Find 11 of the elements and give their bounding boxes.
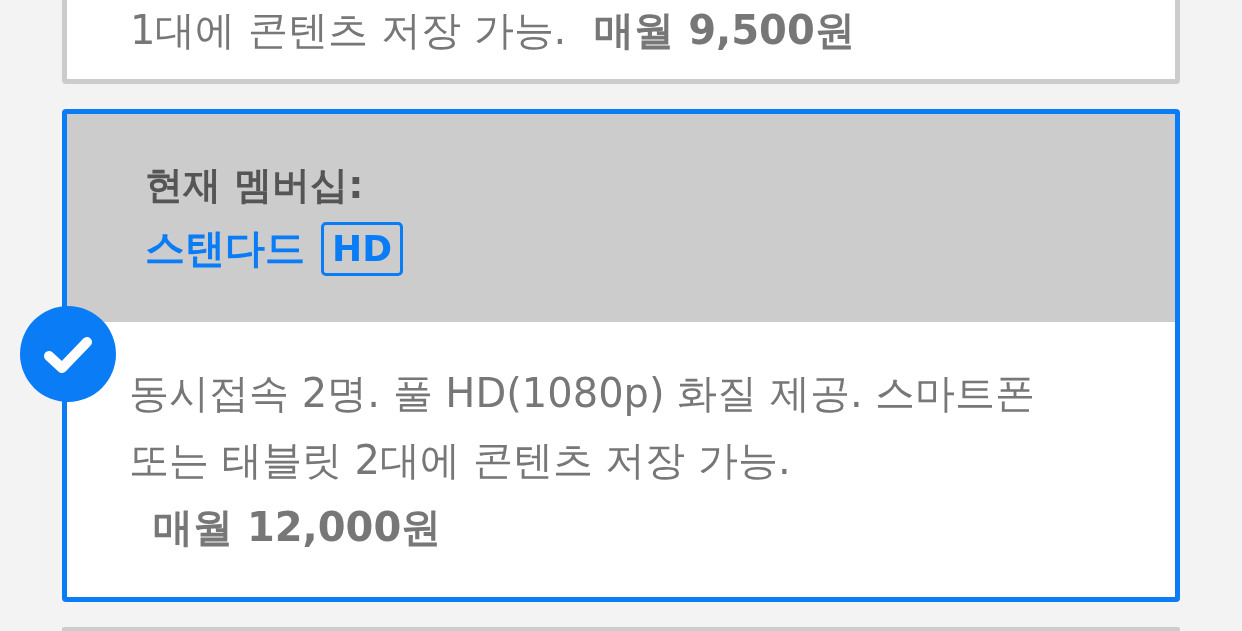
plan-card[interactable] [62, 627, 1180, 631]
plan-name: 스탠다드 [145, 224, 305, 273]
plan-description: 1대에 콘텐츠 저장 가능. [130, 7, 567, 53]
plan-price: 매월 12,000원 [153, 503, 443, 552]
plan-card[interactable]: 1대에 콘텐츠 저장 가능. 매월 9,500원 [62, 0, 1180, 84]
check-icon [20, 306, 116, 402]
plan-price: 매월 9,500원 [594, 7, 855, 53]
plan-card[interactable]: 현재 멤버십: 스탠다드 HD 동시접속 2명. 풀 HD(1080p) 화질 제공. 스마트폰 또는 태블릿 2대에 콘텐츠 저장 가능. 매월 12,000원 [62, 109, 1180, 602]
quality-badge: HD [321, 221, 403, 276]
plan-description: 동시접속 2명. 풀 HD(1080p) 화질 제공. 스마트폰 또는 태블릿 2대에 콘텐츠 저장 가능. [129, 370, 1036, 483]
current-label: 현재 멤버십: [145, 162, 365, 209]
